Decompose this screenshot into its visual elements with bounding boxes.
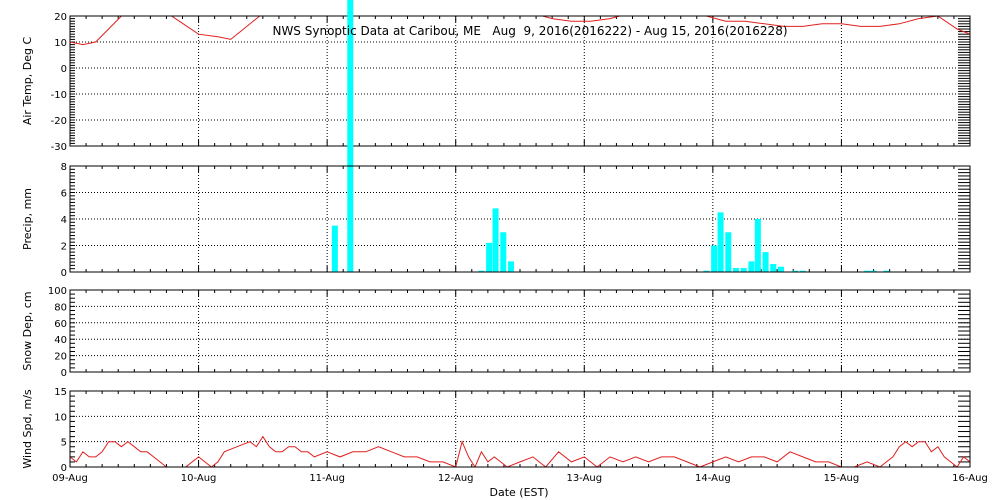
precip-bar xyxy=(717,212,724,272)
y-tick-label: 60 xyxy=(54,319,67,330)
precip-bar xyxy=(748,261,755,272)
precip-bar xyxy=(778,266,784,272)
x-tick-label: 09-Aug xyxy=(52,473,88,484)
y-tick-label: -30 xyxy=(51,142,67,153)
chart-title: NWS Synoptic Data at Caribou, ME Aug 9, … xyxy=(272,24,787,38)
x-tick-label: 12-Aug xyxy=(438,473,474,484)
precip-bar xyxy=(508,261,514,272)
y-tick-label: 20 xyxy=(54,352,67,363)
y-tick-label: 100 xyxy=(48,286,67,297)
precip-bar xyxy=(733,268,739,272)
precip-bar xyxy=(762,252,769,272)
y-tick-label: 0 xyxy=(61,64,67,75)
precip-bar xyxy=(331,225,338,272)
y-tick-label: 10 xyxy=(54,412,67,423)
nws-synoptic-chart: 20100-10-20-30Air Temp, Deg C86420Precip… xyxy=(21,0,988,499)
panel-bg-snow_depth xyxy=(70,290,970,372)
y-tick-label: 2 xyxy=(61,242,67,253)
x-tick-label: 14-Aug xyxy=(695,473,731,484)
precip-bar xyxy=(754,219,761,272)
precip-bar xyxy=(725,232,732,272)
x-tick-label: 15-Aug xyxy=(824,473,860,484)
precip-bar xyxy=(492,208,499,272)
panel-snow_depth: 100 80 60 40 20 0 Snow Dep, cm xyxy=(21,286,971,379)
y-tick-label: 80 xyxy=(54,302,67,313)
y-tick-label: 15 xyxy=(54,387,67,398)
x-tick-label: 16-Aug xyxy=(952,473,988,484)
x-tick-label: 10-Aug xyxy=(181,473,217,484)
y-tick-label: 0 xyxy=(61,268,67,279)
y-tick-label: 0 xyxy=(61,368,67,379)
y-tick-label: 40 xyxy=(54,335,67,346)
x-tick-label: 11-Aug xyxy=(309,473,345,484)
precip-bar xyxy=(740,268,747,272)
y-axis-title-snow_depth: Snow Dep, cm xyxy=(21,291,34,370)
panel-bg-wind_speed xyxy=(70,391,970,467)
y-tick-label: -10 xyxy=(51,90,67,101)
y-axis-title-wind_speed: Wind Spd, m/s xyxy=(21,389,34,469)
y-axis-title-precip: Precip, mm xyxy=(21,188,34,250)
y-tick-label: 8 xyxy=(61,162,67,173)
precip-bar xyxy=(770,264,777,272)
y-tick-label: 20 xyxy=(54,12,67,23)
y-tick-label: 5 xyxy=(61,438,67,449)
x-tick-label: 13-Aug xyxy=(566,473,602,484)
y-tick-label: 4 xyxy=(61,215,67,226)
precip-bar xyxy=(347,0,354,272)
y-tick-label: 6 xyxy=(61,189,67,200)
precip-bar xyxy=(500,232,507,272)
precip-bar xyxy=(486,242,493,272)
panel-wind_speed: 151050Wind Spd, m/s xyxy=(21,387,971,474)
y-tick-label: -20 xyxy=(51,116,67,127)
x-axis-title: Date (EST) xyxy=(489,486,548,499)
y-tick-label: 10 xyxy=(54,38,67,49)
y-axis-title-air_temp: Air Temp, Deg C xyxy=(21,37,34,126)
precip-bar xyxy=(711,245,718,272)
